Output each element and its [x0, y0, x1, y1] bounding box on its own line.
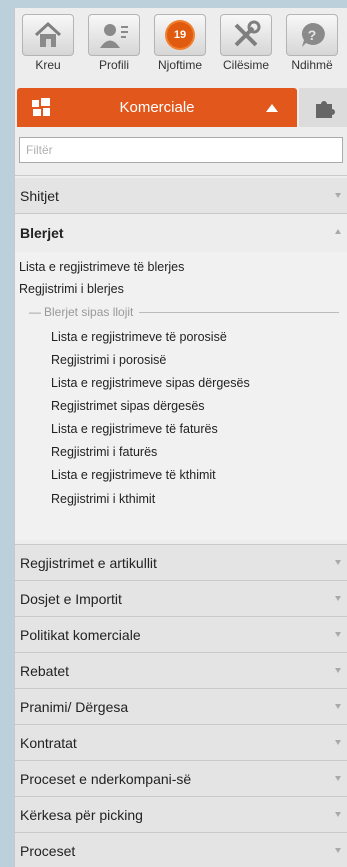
section-label: Pranimi/ Dërgesa — [20, 698, 129, 715]
chevron-down-icon — [335, 776, 341, 781]
chevron-down-icon — [335, 812, 341, 817]
section-kontratat[interactable]: Kontratat — [15, 725, 347, 760]
menu-item[interactable]: Regjistrimi i faturës — [51, 445, 157, 459]
section-kerkesa-picking[interactable]: Kërkesa për picking — [15, 797, 347, 832]
section-label: Proceset — [20, 842, 76, 859]
chevron-down-icon — [335, 704, 341, 709]
section-label: Kërkesa për picking — [20, 806, 143, 823]
section-dosjet-importit[interactable]: Dosjet e Importit — [15, 581, 347, 616]
section-shitjet[interactable]: Shitjet — [15, 178, 347, 213]
group-label: Blerjet sipas llojit — [44, 305, 134, 319]
section-label: Blerjet — [20, 225, 64, 241]
tools-icon — [220, 14, 272, 56]
chevron-down-icon — [335, 193, 341, 198]
menu-item[interactable]: Regjistrimi i porosisë — [51, 353, 166, 367]
section-regjistrimet-artikullit[interactable]: Regjistrimet e artikullit — [15, 545, 347, 580]
toolbar-label: Ndihmë — [291, 58, 333, 72]
notification-badge: 19 — [167, 22, 193, 48]
toolbar-home[interactable]: Kreu — [15, 8, 81, 80]
puzzle-icon — [315, 100, 335, 118]
chevron-down-icon — [335, 668, 341, 673]
divider — [15, 175, 347, 176]
group-heading: — Blerjet sipas llojit — [29, 304, 339, 320]
section-proceset-nderkompani[interactable]: Proceset e nderkompani-së — [15, 761, 347, 796]
toolbar-help[interactable]: ? Ndihmë — [279, 8, 345, 80]
section-label: Regjistrimet e artikullit — [20, 554, 157, 571]
section-proceset[interactable]: Proceset — [15, 833, 347, 867]
menu-item[interactable]: Lista e regjistrimeve të faturës — [51, 422, 218, 436]
chevron-up-icon — [335, 229, 341, 234]
menu-item[interactable]: Regjistrimet sipas dërgesës — [51, 399, 205, 413]
toolbar-settings[interactable]: Cilësime — [213, 8, 279, 80]
section-rebatet[interactable]: Rebatet — [15, 653, 347, 688]
caret-up-icon — [266, 104, 278, 112]
toolbar-label: Profili — [98, 58, 129, 72]
section-label: Kontratat — [20, 734, 77, 751]
toolbar-label: Njoftime — [157, 58, 202, 72]
chevron-down-icon — [335, 848, 341, 853]
top-toolbar: Kreu Profili 19 Njoftime Cilësime ? Ndih… — [15, 8, 347, 80]
group-rule — [139, 311, 339, 313]
chevron-down-icon — [335, 740, 341, 745]
section-politikat-komerciale[interactable]: Politikat komerciale — [15, 617, 347, 652]
menu-item[interactable]: Lista e regjistrimeve sipas dërgesës — [51, 376, 250, 390]
toolbar-notifications[interactable]: 19 Njoftime — [147, 8, 213, 80]
toolbar-label: Kreu — [35, 58, 61, 72]
module-logo-icon — [29, 96, 53, 123]
section-label: Rebatet — [20, 662, 70, 679]
menu-item[interactable]: Regjistrimi i kthimit — [51, 492, 155, 506]
svg-text:?: ? — [308, 27, 317, 43]
home-icon — [22, 14, 74, 56]
menu-item[interactable]: Regjistrimi i blerjes — [19, 282, 124, 296]
module-label: Komerciale — [119, 99, 195, 116]
chevron-down-icon — [335, 596, 341, 601]
menu-item[interactable]: Lista e regjistrimeve të porosisë — [51, 330, 227, 344]
menu-item[interactable]: Lista e regjistrimeve të kthimit — [51, 468, 216, 482]
profile-icon — [88, 14, 140, 56]
chevron-down-icon — [335, 632, 341, 637]
chevron-down-icon — [335, 560, 341, 565]
menu-item[interactable]: Lista e regjistrimeve të blerjes — [19, 260, 184, 274]
module-selector[interactable]: Komerciale — [17, 88, 297, 127]
section-label: Shitjet — [20, 187, 59, 204]
toolbar-label: Cilësime — [222, 58, 269, 72]
toolbar-profile[interactable]: Profili — [81, 8, 147, 80]
plugins-tab[interactable] — [299, 88, 347, 127]
navigation-panel: Kreu Profili 19 Njoftime Cilësime ? Ndih… — [14, 8, 347, 867]
section-label: Dosjet e Importit — [20, 590, 122, 607]
filter-input[interactable] — [19, 137, 343, 163]
notification-icon: 19 — [154, 14, 206, 56]
help-icon: ? — [286, 14, 338, 56]
section-label: Proceset e nderkompani-së — [20, 770, 192, 787]
section-pranimi-dergesa[interactable]: Pranimi/ Dërgesa — [15, 689, 347, 724]
blerjet-submenu: Lista e regjistrimeve të blerjes Regjist… — [15, 252, 347, 540]
section-label: Politikat komerciale — [20, 626, 141, 643]
